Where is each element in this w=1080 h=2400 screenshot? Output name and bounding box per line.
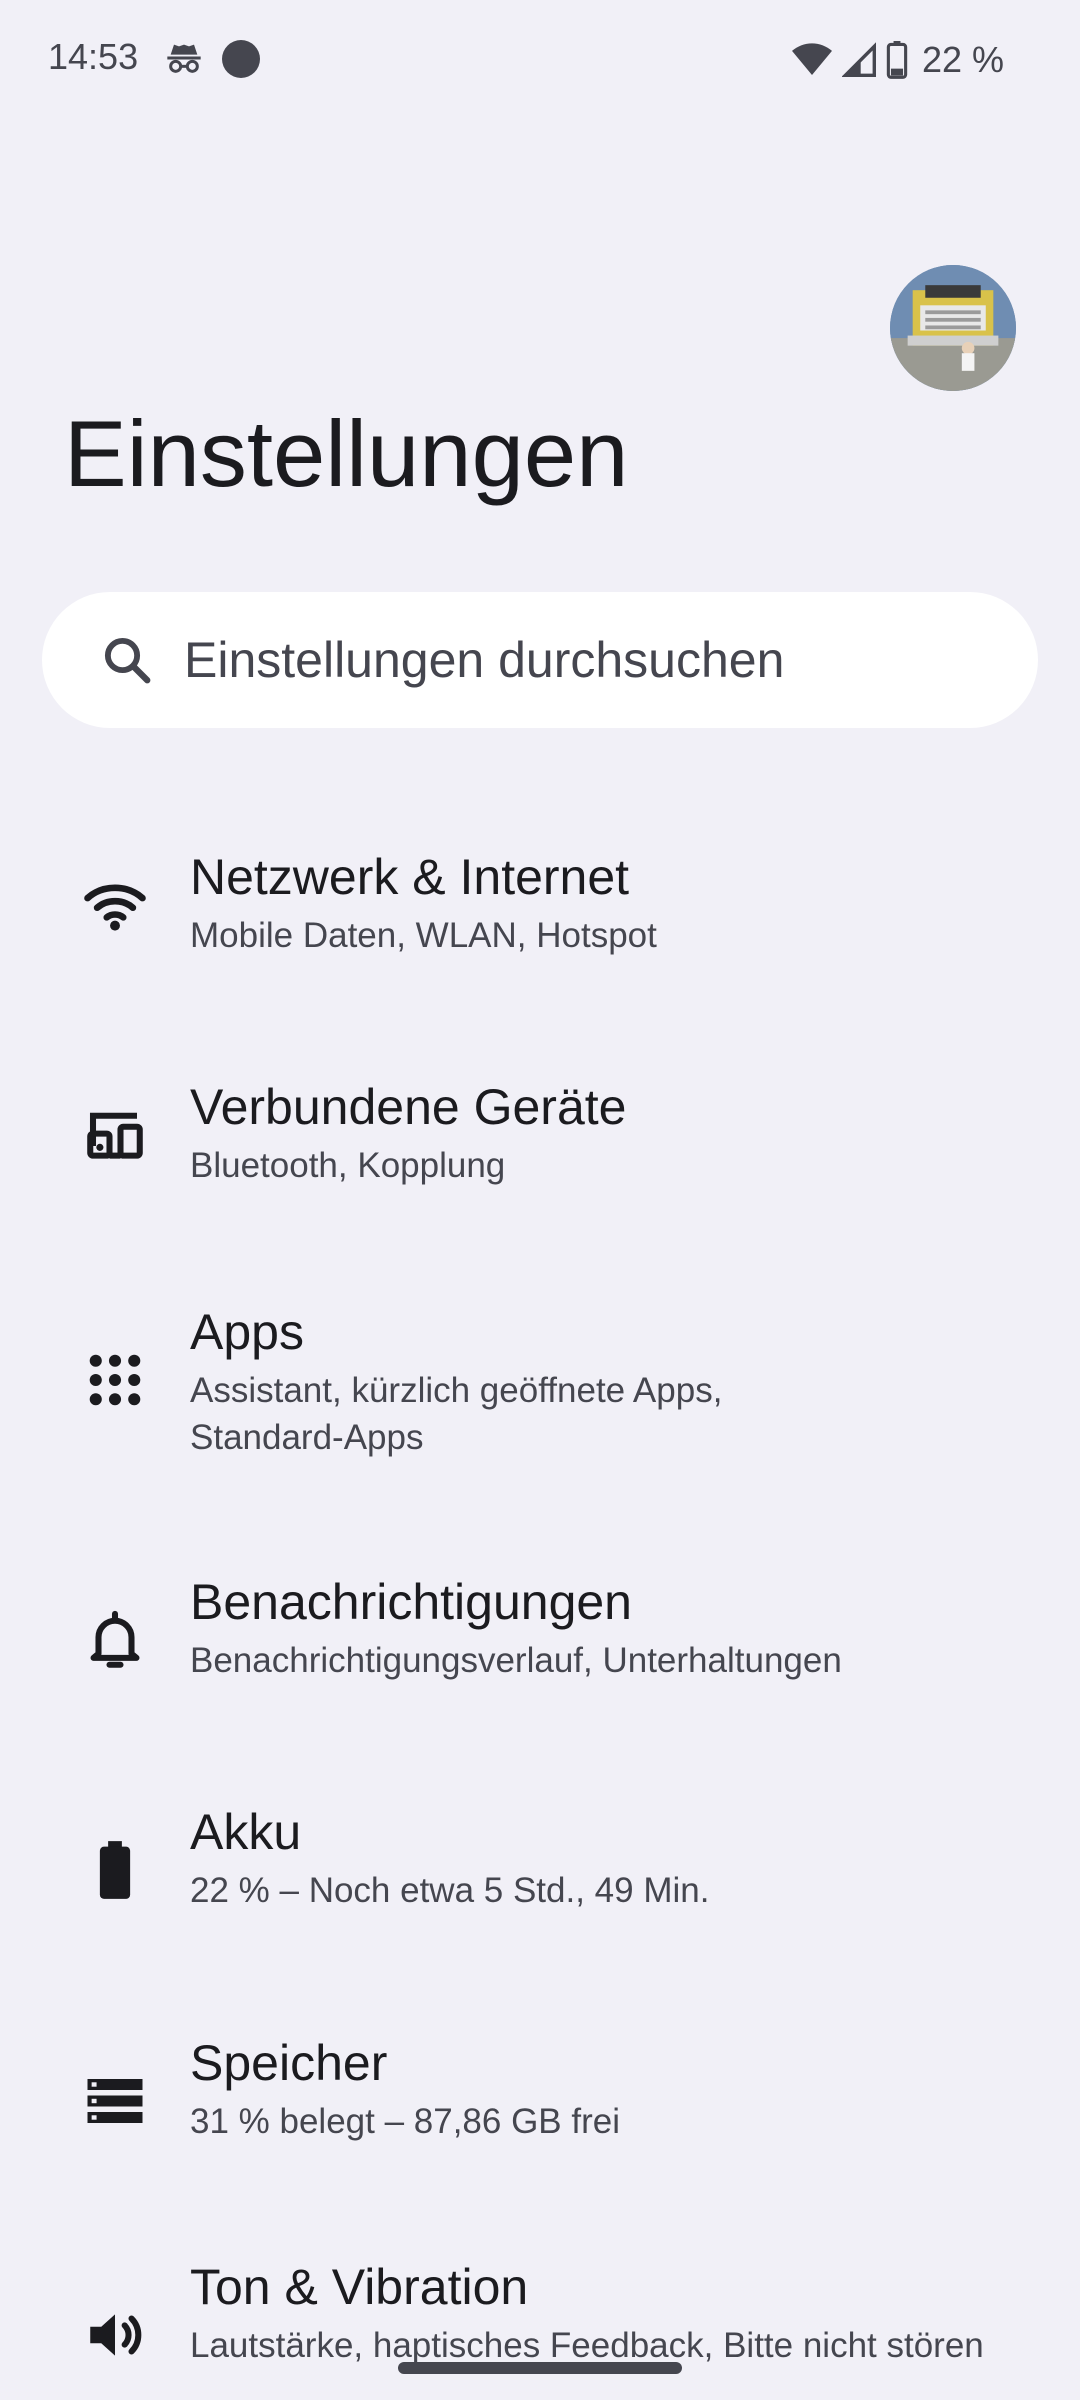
search-placeholder: Einstellungen durchsuchen <box>184 632 785 688</box>
settings-item-title: Apps <box>190 1304 304 1360</box>
settings-item-notifications[interactable]: Benachrichtigungen Benachrichtigungsverl… <box>0 1535 1080 1735</box>
settings-item-subtitle: Bluetooth, Kopplung <box>190 1146 506 1185</box>
settings-item-text: Benachrichtigungen Benachrichtigungsverl… <box>190 1571 1050 1684</box>
battery-status-icon <box>886 41 908 79</box>
page-title: Einstellungen <box>64 401 629 506</box>
settings-item-text: Ton & Vibration Lautstärke, haptisches F… <box>190 2256 1050 2369</box>
settings-item-text: Apps Assistant, kürzlich geöffnete Apps,… <box>190 1301 1050 1461</box>
search-icon <box>104 637 151 684</box>
settings-item-title: Verbundene Geräte <box>190 1079 627 1135</box>
gesture-nav-handle[interactable] <box>398 2362 682 2374</box>
status-bar: 14:53 22 % <box>0 0 1080 120</box>
battery-icon <box>99 1841 131 1899</box>
cell-signal-icon <box>841 42 876 77</box>
storage-icon <box>87 2079 143 2123</box>
settings-item-title: Speicher <box>190 2035 388 2091</box>
settings-item-apps[interactable]: Apps Assistant, kürzlich geöffnete Apps,… <box>0 1265 1080 1515</box>
settings-item-text: Netzwerk & Internet Mobile Daten, WLAN, … <box>190 846 1050 959</box>
wifi-icon <box>84 884 146 931</box>
settings-item-text: Verbundene Geräte Bluetooth, Kopplung <box>190 1076 1050 1189</box>
settings-item-title: Netzwerk & Internet <box>190 849 630 905</box>
connected-devices-icon <box>87 1112 143 1159</box>
bell-icon <box>90 1610 140 1668</box>
settings-item-text: Speicher 31 % belegt – 87,86 GB frei <box>190 2032 1050 2145</box>
settings-item-subtitle: 31 % belegt – 87,86 GB frei <box>190 2102 620 2141</box>
settings-item-title: Ton & Vibration <box>190 2259 529 2315</box>
settings-item-subtitle: Benachrichtigungsverlauf, Unterhaltungen <box>190 1641 842 1680</box>
circle-dot-icon <box>222 40 260 78</box>
profile-avatar[interactable] <box>890 265 1016 391</box>
volume-icon <box>90 2314 142 2356</box>
settings-item-title: Benachrichtigungen <box>190 1574 632 1630</box>
settings-screen: 14:53 22 % Einstellungen Einstellungen d… <box>0 0 1080 2400</box>
status-time: 14:53 <box>48 36 139 77</box>
settings-item-connected-devices[interactable]: Verbundene Geräte Bluetooth, Kopplung <box>0 1040 1080 1240</box>
settings-item-title: Akku <box>190 1804 302 1860</box>
settings-item-subtitle: Mobile Daten, WLAN, Hotspot <box>190 916 657 955</box>
settings-item-subtitle: 22 % – Noch etwa 5 Std., 49 Min. <box>190 1871 710 1910</box>
settings-item-storage[interactable]: Speicher 31 % belegt – 87,86 GB frei <box>0 1996 1080 2196</box>
settings-item-text: Akku 22 % – Noch etwa 5 Std., 49 Min. <box>190 1801 1050 1914</box>
wifi-status-icon <box>791 43 832 75</box>
avatar-image <box>890 265 1016 391</box>
settings-item-network[interactable]: Netzwerk & Internet Mobile Daten, WLAN, … <box>0 810 1080 1010</box>
incognito-icon <box>167 44 201 73</box>
status-icons: 22 % <box>791 38 1004 82</box>
battery-percent: 22 % <box>921 39 1004 80</box>
settings-item-battery[interactable]: Akku 22 % – Noch etwa 5 Std., 49 Min. <box>0 1765 1080 1965</box>
apps-grid-icon <box>89 1354 141 1406</box>
search-bar[interactable]: Einstellungen durchsuchen <box>42 592 1038 728</box>
settings-item-subtitle: Assistant, kürzlich geöffnete Apps, Stan… <box>190 1371 723 1457</box>
